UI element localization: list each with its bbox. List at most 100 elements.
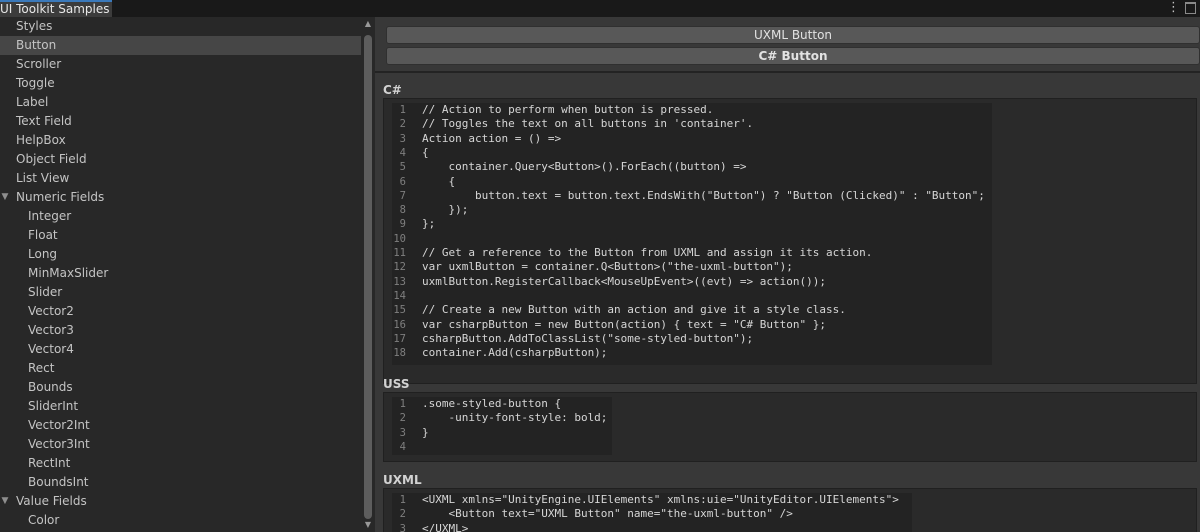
sidebar-item[interactable]: Button (0, 36, 361, 55)
scrollbar-thumb[interactable] (364, 35, 372, 519)
sidebar-item[interactable]: Vector4 (0, 340, 361, 359)
sidebar-item-label: Value Fields (16, 494, 87, 508)
sidebar-item-label: Vector3Int (28, 437, 90, 451)
sidebar-item[interactable]: Color (0, 511, 361, 530)
sidebar-item-label: Styles (16, 19, 53, 33)
code-text: // Create a new Button with an action an… (422, 303, 846, 317)
sidebar-item[interactable]: Float (0, 226, 361, 245)
line-number: 10 (393, 232, 406, 245)
code-line: 2 -unity-font-style: bold; (392, 411, 612, 425)
sidebar-item-label: HelpBox (16, 133, 66, 147)
sidebar-item[interactable]: List View (0, 169, 361, 188)
line-number: 2 (399, 118, 406, 131)
sidebar-item[interactable]: MinMaxSlider (0, 264, 361, 283)
line-number: 1 (399, 398, 406, 410)
uss-code-block: 1 .some-styled-button {2 -unity-font-styl… (392, 397, 612, 455)
scroll-down-arrow-icon[interactable]: ▼ (361, 520, 375, 530)
sidebar-item[interactable]: Vector3 (0, 321, 361, 340)
code-text: container.Query<Button>().ForEach((butto… (422, 160, 747, 174)
line-number: 3 (399, 426, 406, 439)
line-number: 3 (399, 522, 406, 532)
maximize-icon[interactable] (1185, 2, 1196, 14)
code-line: 13 uxmlButton.RegisterCallback<MouseUpEve… (392, 275, 992, 289)
uss-code-box[interactable]: 1 .some-styled-button {2 -unity-font-styl… (383, 392, 1197, 462)
line-number: 11 (393, 247, 406, 259)
line-number: 6 (399, 175, 406, 188)
line-number: 16 (393, 318, 406, 331)
foldout-arrow-icon[interactable]: ▼ (0, 492, 10, 511)
sidebar-item-label: Object Field (16, 152, 87, 166)
sidebar-item[interactable]: Vector3Int (0, 435, 361, 454)
sidebar-item[interactable]: Bounds (0, 378, 361, 397)
scroll-up-arrow-icon[interactable]: ▲ (361, 19, 375, 29)
sidebar-item-label: Long (28, 247, 58, 261)
code-line: 4 (392, 440, 612, 454)
code-line: 1 // Action to perform when button is pre… (392, 103, 992, 117)
sidebar-item[interactable]: ▼ Value Fields (0, 492, 361, 511)
sidebar-item[interactable]: Vector2Int (0, 416, 361, 435)
sample-tree-view: Styles Button Scroller Toggle Label Text Fiel… (0, 17, 361, 532)
sidebar-item[interactable]: RectInt (0, 454, 361, 473)
sidebar-item[interactable]: Vector2 (0, 302, 361, 321)
sidebar-scrollbar[interactable]: ▲ ▼ (361, 17, 375, 532)
uxml-code-box[interactable]: 1 <UXML xmlns="UnityEngine.UIElements" xm… (383, 488, 1197, 532)
sidebar-item-label: SliderInt (28, 399, 79, 413)
code-line: 16 var csharpButton = new Button(action) … (392, 318, 992, 332)
foldout-arrow-icon[interactable]: ▼ (0, 188, 10, 207)
sidebar-item-label: Bounds (28, 380, 73, 394)
sidebar-item-label: Vector2 (28, 304, 74, 318)
sidebar-item[interactable]: Toggle (0, 74, 361, 93)
line-number: 4 (399, 146, 406, 159)
code-text: csharpButton.AddToClassList("some-styled… (422, 331, 754, 345)
csharp-button[interactable]: C# Button (386, 47, 1200, 65)
csharp-code-box[interactable]: 1 // Action to perform when button is pre… (383, 98, 1197, 384)
sidebar-item-label: RectInt (28, 456, 71, 470)
kebab-menu-icon[interactable]: ⋮ (1167, 0, 1180, 16)
code-text: var uxmlButton = container.Q<Button>("th… (422, 260, 793, 274)
uss-section-label: USS (383, 377, 410, 391)
code-text: { (422, 145, 429, 159)
sidebar-item[interactable]: Text Field (0, 112, 361, 131)
code-line: 10 (392, 232, 992, 246)
code-line: 2 <Button text="UXML Button" name="the-u… (392, 507, 912, 521)
line-number: 12 (393, 261, 406, 274)
sidebar-item[interactable]: Object Field (0, 150, 361, 169)
sidebar-item-label: MinMaxSlider (28, 266, 109, 280)
sidebar-item-label: Numeric Fields (16, 190, 105, 204)
code-line: 1 <UXML xmlns="UnityEngine.UIElements" xm… (392, 493, 912, 507)
sidebar-item[interactable]: HelpBox (0, 131, 361, 150)
sidebar-item[interactable]: Integer (0, 207, 361, 226)
uxml-button[interactable]: UXML Button (386, 26, 1200, 44)
sidebar-item[interactable]: SliderInt (0, 397, 361, 416)
code-line: 12 var uxmlButton = container.Q<Button>("… (392, 260, 992, 274)
line-number: 2 (399, 412, 406, 425)
code-text: <UXML xmlns="UnityEngine.UIElements" xml… (422, 493, 899, 506)
code-line: 4{ (392, 146, 992, 160)
code-text: var csharpButton = new Button(action) { … (422, 317, 826, 331)
sidebar-item[interactable]: BoundsInt (0, 473, 361, 492)
code-text: container.Add(csharpButton); (422, 346, 608, 360)
sidebar-item[interactable]: ▼ Numeric Fields (0, 188, 361, 207)
line-number: 1 (399, 494, 406, 506)
sidebar-item[interactable]: Scroller (0, 55, 361, 74)
code-text: { (422, 174, 456, 188)
sidebar-item[interactable]: Rect (0, 359, 361, 378)
code-text: }); (422, 203, 469, 217)
sidebar-item[interactable]: Label (0, 93, 361, 112)
code-line: 15 // Create a new Button with an action … (392, 303, 992, 317)
code-line: 1 .some-styled-button { (392, 397, 612, 411)
window-tab[interactable]: UI Toolkit Samples (0, 0, 112, 17)
sidebar-item[interactable]: Slider (0, 283, 361, 302)
code-line: 3 Action action = () => (392, 132, 992, 146)
sidebar-item[interactable]: Long (0, 245, 361, 264)
code-line: 8 }); (392, 203, 992, 217)
code-text: .some-styled-button { (422, 397, 562, 410)
sidebar-item-label: Slider (28, 285, 63, 299)
line-number: 5 (399, 161, 406, 174)
sidebar-item-label: Vector4 (28, 342, 74, 356)
sidebar-item-label: BoundsInt (28, 475, 89, 489)
csharp-section-label: C# (383, 83, 402, 97)
code-text: <Button text="UXML Button" name="the-uxm… (422, 507, 793, 521)
sidebar-item-label: List View (16, 171, 70, 185)
sidebar-item[interactable]: Styles (0, 17, 361, 36)
